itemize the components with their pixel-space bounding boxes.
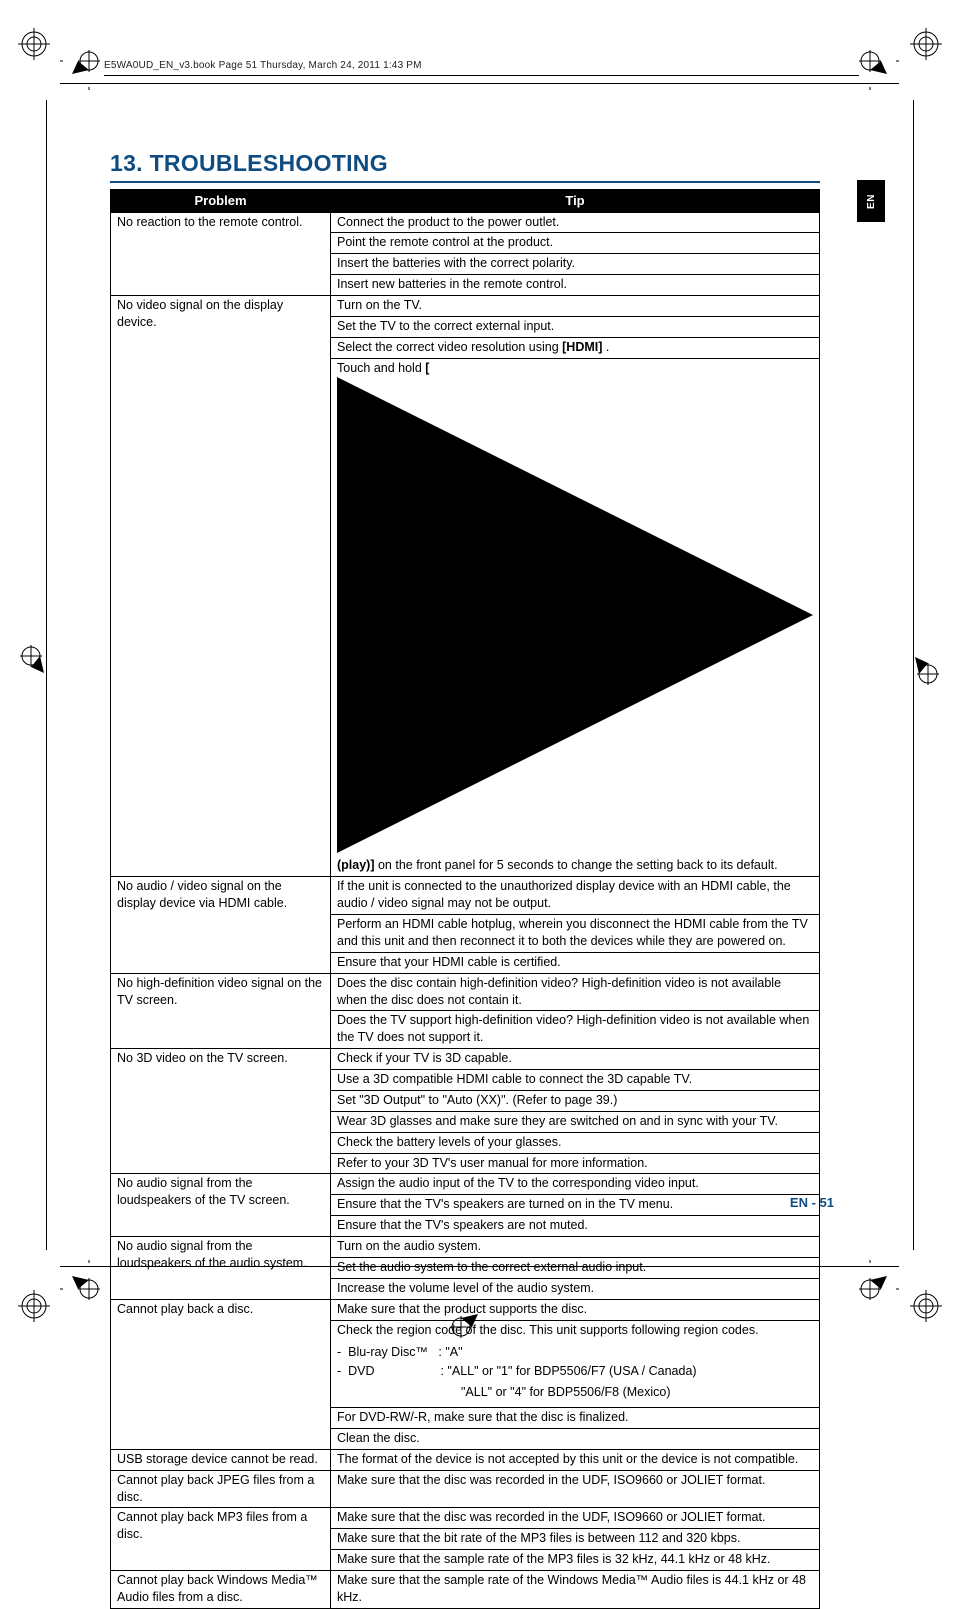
tip-cell: Touch and hold [ (play)] on the front pa… — [331, 358, 820, 877]
tip-cell: The format of the device is not accepted… — [331, 1449, 820, 1470]
registration-mark — [18, 28, 50, 60]
problem-cell: No audio signal from the loudspeakers of… — [111, 1237, 331, 1300]
table-row: No reaction to the remote control.Connec… — [111, 212, 820, 233]
tip-cell: Turn on the TV. — [331, 296, 820, 317]
tip-cell: Does the TV support high-definition vide… — [331, 1011, 820, 1049]
table-row: No 3D video on the TV screen.Check if yo… — [111, 1049, 820, 1070]
problem-cell: Cannot play back a disc. — [111, 1299, 331, 1449]
tip-cell: Make sure that the sample rate of the Wi… — [331, 1571, 820, 1609]
page-header-meta: E5WA0UD_EN_v3.book Page 51 Thursday, Mar… — [104, 60, 859, 71]
page-number: EN - 51 — [790, 1195, 834, 1210]
problem-cell: Cannot play back Windows Media™ Audio fi… — [111, 1571, 331, 1609]
problem-cell: Cannot play back MP3 files from a disc. — [111, 1508, 331, 1571]
tip-cell: Check if your TV is 3D capable. — [331, 1049, 820, 1070]
table-row: No audio signal from the loudspeakers of… — [111, 1237, 820, 1258]
tip-cell: Make sure that the product supports the … — [331, 1299, 820, 1320]
tip-cell: Make sure that the disc was recorded in … — [331, 1470, 820, 1508]
tip-cell: Turn on the audio system. — [331, 1237, 820, 1258]
table-row: No audio signal from the loudspeakers of… — [111, 1174, 820, 1195]
col-header-problem: Problem — [111, 190, 331, 213]
table-row: No audio / video signal on the display d… — [111, 877, 820, 915]
crop-mark — [20, 645, 60, 685]
page-frame — [913, 100, 914, 1250]
tip-cell: Insert new batteries in the remote contr… — [331, 275, 820, 296]
tip-cell: For DVD-RW/-R, make sure that the disc i… — [331, 1408, 820, 1429]
col-header-tip: Tip — [331, 190, 820, 213]
page-frame — [46, 100, 47, 1250]
tip-cell: If the unit is connected to the unauthor… — [331, 877, 820, 915]
problem-cell: No audio signal from the loudspeakers of… — [111, 1174, 331, 1237]
problem-cell: No audio / video signal on the display d… — [111, 877, 331, 973]
tip-cell: Ensure that the TV's speakers are not mu… — [331, 1216, 820, 1237]
tip-cell: Use a 3D compatible HDMI cable to connec… — [331, 1070, 820, 1091]
header-rule — [104, 75, 859, 76]
section-heading: 13. TROUBLESHOOTING — [110, 150, 820, 183]
table-row: Cannot play back MP3 files from a disc.M… — [111, 1508, 820, 1529]
registration-mark — [18, 1290, 50, 1322]
registration-mark — [910, 1290, 942, 1322]
tip-cell: Does the disc contain high-definition vi… — [331, 973, 820, 1011]
crop-mark — [899, 645, 939, 685]
crop-mark — [60, 50, 100, 90]
tip-cell: Set the audio system to the correct exte… — [331, 1257, 820, 1278]
tip-cell: Clean the disc. — [331, 1428, 820, 1449]
tip-cell: Make sure that the bit rate of the MP3 f… — [331, 1529, 820, 1550]
tip-cell: Ensure that your HDMI cable is certified… — [331, 952, 820, 973]
tip-cell: Check the battery levels of your glasses… — [331, 1132, 820, 1153]
table-row: No video signal on the display device.Tu… — [111, 296, 820, 317]
problem-cell: No high-definition video signal on the T… — [111, 973, 331, 1049]
tip-cell: Check the region code of the disc. This … — [331, 1320, 820, 1408]
language-tab: EN — [857, 180, 885, 222]
tip-cell: Make sure that the sample rate of the MP… — [331, 1550, 820, 1571]
table-row: Cannot play back a disc.Make sure that t… — [111, 1299, 820, 1320]
tip-cell: Ensure that the TV's speakers are turned… — [331, 1195, 820, 1216]
tip-cell: Refer to your 3D TV's user manual for mo… — [331, 1153, 820, 1174]
tip-cell: Set "3D Output" to "Auto (XX)". (Refer t… — [331, 1090, 820, 1111]
tip-cell: Assign the audio input of the TV to the … — [331, 1174, 820, 1195]
problem-cell: No reaction to the remote control. — [111, 212, 331, 296]
tip-cell: Connect the product to the power outlet. — [331, 212, 820, 233]
tip-cell: Perform an HDMI cable hotplug, wherein y… — [331, 915, 820, 953]
problem-cell: Cannot play back JPEG files from a disc. — [111, 1470, 331, 1508]
tip-cell: Select the correct video resolution usin… — [331, 337, 820, 358]
tip-cell: Insert the batteries with the correct po… — [331, 254, 820, 275]
troubleshooting-table: Problem Tip No reaction to the remote co… — [110, 189, 820, 1609]
problem-cell: No video signal on the display device. — [111, 296, 331, 877]
table-row: No high-definition video signal on the T… — [111, 973, 820, 1011]
tip-cell: Point the remote control at the product. — [331, 233, 820, 254]
registration-mark — [910, 28, 942, 60]
tip-cell: Increase the volume level of the audio s… — [331, 1278, 820, 1299]
tip-cell: Wear 3D glasses and make sure they are s… — [331, 1111, 820, 1132]
page-frame — [60, 83, 899, 84]
problem-cell: No 3D video on the TV screen. — [111, 1049, 331, 1174]
table-row: USB storage device cannot be read.The fo… — [111, 1449, 820, 1470]
tip-cell: Set the TV to the correct external input… — [331, 316, 820, 337]
table-row: Cannot play back Windows Media™ Audio fi… — [111, 1571, 820, 1609]
tip-cell: Make sure that the disc was recorded in … — [331, 1508, 820, 1529]
table-row: Cannot play back JPEG files from a disc.… — [111, 1470, 820, 1508]
crop-mark — [859, 50, 899, 90]
problem-cell: USB storage device cannot be read. — [111, 1449, 331, 1470]
